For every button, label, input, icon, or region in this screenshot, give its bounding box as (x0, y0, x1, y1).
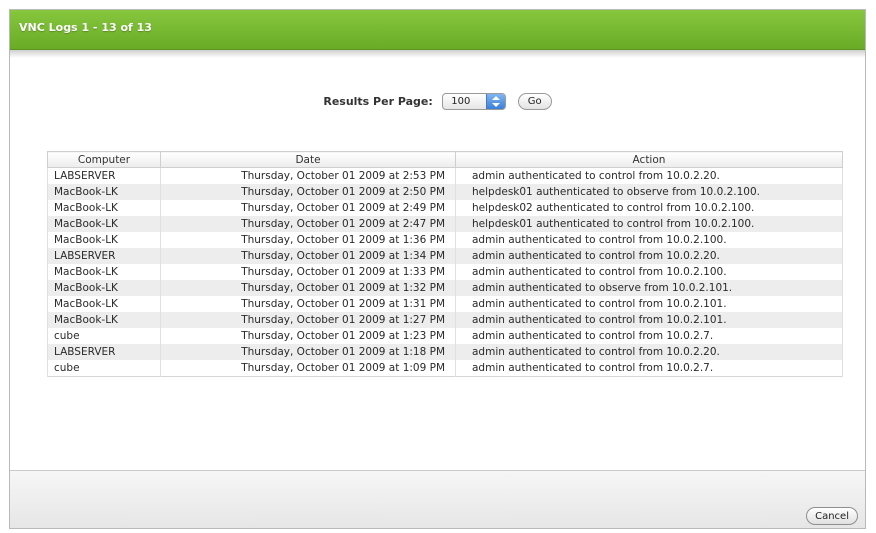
results-per-page-value: 100 (451, 96, 471, 107)
cell-date: Thursday, October 01 2009 at 1:27 PM (160, 312, 456, 328)
cell-action: helpdesk01 authenticated to control from… (455, 216, 843, 232)
dialog-title: VNC Logs 1 - 13 of 13 (19, 21, 152, 34)
table-row: MacBook-LK Thursday, October 01 2009 at 1… (47, 232, 843, 248)
cell-computer: MacBook-LK (47, 232, 161, 248)
cell-computer: cube (47, 360, 161, 377)
cell-action: admin authenticated to observe from 10.0… (455, 280, 843, 296)
cell-date: Thursday, October 01 2009 at 2:47 PM (160, 216, 456, 232)
go-button[interactable]: Go (517, 93, 552, 110)
cell-computer: LABSERVER (47, 167, 161, 184)
vnc-log-table: Computer Date Action LABSERVER Thursday, … (47, 151, 843, 377)
cell-date: Thursday, October 01 2009 at 1:32 PM (160, 280, 456, 296)
cell-computer: LABSERVER (47, 248, 161, 264)
cell-computer: MacBook-LK (47, 296, 161, 312)
column-header-action[interactable]: Action (455, 151, 843, 168)
table-row: MacBook-LK Thursday, October 01 2009 at 1… (47, 280, 843, 296)
title-bar: VNC Logs 1 - 13 of 13 (10, 10, 865, 50)
cell-date: Thursday, October 01 2009 at 2:53 PM (160, 167, 456, 184)
table-header-row: Computer Date Action (47, 151, 843, 168)
table-row: MacBook-LK Thursday, October 01 2009 at 1… (47, 264, 843, 280)
cell-action: admin authenticated to control from 10.0… (455, 360, 843, 377)
select-stepper-icon (486, 94, 506, 109)
column-header-date[interactable]: Date (160, 151, 456, 168)
cell-date: Thursday, October 01 2009 at 1:34 PM (160, 248, 456, 264)
cell-action: admin authenticated to control from 10.0… (455, 328, 843, 344)
cell-computer: MacBook-LK (47, 200, 161, 216)
cell-date: Thursday, October 01 2009 at 1:31 PM (160, 296, 456, 312)
cell-computer: MacBook-LK (47, 216, 161, 232)
cell-date: Thursday, October 01 2009 at 1:33 PM (160, 264, 456, 280)
vnc-log-table-container: Computer Date Action LABSERVER Thursday, … (47, 151, 843, 377)
cell-date: Thursday, October 01 2009 at 1:23 PM (160, 328, 456, 344)
vnc-logs-dialog: VNC Logs 1 - 13 of 13 Results Per Page: … (9, 9, 866, 529)
cell-date: Thursday, October 01 2009 at 1:36 PM (160, 232, 456, 248)
cell-action: admin authenticated to control from 10.0… (455, 232, 843, 248)
cell-date: Thursday, October 01 2009 at 2:49 PM (160, 200, 456, 216)
cell-action: admin authenticated to control from 10.0… (455, 167, 843, 184)
cell-action: admin authenticated to control from 10.0… (455, 296, 843, 312)
cell-computer: MacBook-LK (47, 280, 161, 296)
cell-action: helpdesk01 authenticated to observe from… (455, 184, 843, 200)
results-per-page-row: Results Per Page: 100 Go (10, 93, 865, 115)
cell-computer: MacBook-LK (47, 264, 161, 280)
cell-computer: cube (47, 328, 161, 344)
results-per-page-label: Results Per Page: (323, 95, 433, 108)
table-row: cube Thursday, October 01 2009 at 1:09 PM… (47, 360, 843, 377)
results-per-page-select[interactable]: 100 (442, 93, 507, 110)
cell-action: admin authenticated to control from 10.0… (455, 248, 843, 264)
title-bar-shadow (10, 50, 865, 58)
cell-date: Thursday, October 01 2009 at 1:18 PM (160, 344, 456, 360)
dialog-footer: Cancel (10, 470, 865, 528)
column-header-computer[interactable]: Computer (47, 151, 161, 168)
cell-action: admin authenticated to control from 10.0… (455, 344, 843, 360)
cell-computer: MacBook-LK (47, 184, 161, 200)
table-row: LABSERVER Thursday, October 01 2009 at 1:… (47, 344, 843, 360)
table-row: LABSERVER Thursday, October 01 2009 at 1:… (47, 248, 843, 264)
cell-action: admin authenticated to control from 10.0… (455, 264, 843, 280)
cell-computer: LABSERVER (47, 344, 161, 360)
table-row: MacBook-LK Thursday, October 01 2009 at 2… (47, 216, 843, 232)
table-row: cube Thursday, October 01 2009 at 1:23 PM… (47, 328, 843, 344)
cell-date: Thursday, October 01 2009 at 1:09 PM (160, 360, 456, 377)
table-row: LABSERVER Thursday, October 01 2009 at 2:… (47, 167, 843, 184)
cell-action: helpdesk02 authenticated to control from… (455, 200, 843, 216)
table-body: LABSERVER Thursday, October 01 2009 at 2:… (47, 167, 843, 377)
cancel-button[interactable]: Cancel (806, 507, 858, 525)
table-row: MacBook-LK Thursday, October 01 2009 at 1… (47, 312, 843, 328)
cell-computer: MacBook-LK (47, 312, 161, 328)
table-row: MacBook-LK Thursday, October 01 2009 at 2… (47, 200, 843, 216)
cell-action: admin authenticated to control from 10.0… (455, 312, 843, 328)
table-row: MacBook-LK Thursday, October 01 2009 at 2… (47, 184, 843, 200)
table-row: MacBook-LK Thursday, October 01 2009 at 1… (47, 296, 843, 312)
cell-date: Thursday, October 01 2009 at 2:50 PM (160, 184, 456, 200)
